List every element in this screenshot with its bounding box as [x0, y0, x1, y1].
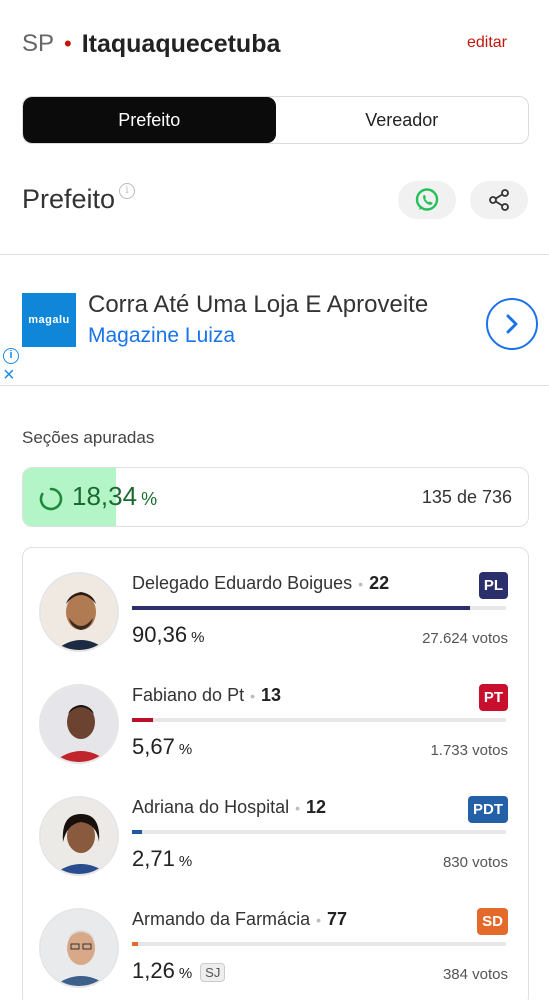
tab-prefeito[interactable]: Prefeito — [23, 97, 276, 143]
candidate-name: Adriana do Hospital • 12 — [132, 797, 327, 817]
avatar — [39, 684, 119, 764]
info-icon[interactable]: i — [119, 183, 135, 199]
ad-arrow-button[interactable] — [486, 298, 538, 350]
whatsapp-icon — [415, 188, 439, 211]
candidate-row[interactable]: Fabiano do Pt • 13 PT 5,67% 1.733 votos — [23, 660, 530, 772]
section-title: Prefeito — [22, 184, 116, 214]
vote-bar — [132, 830, 143, 834]
party-badge: PT — [478, 684, 508, 711]
candidate-percent: 2,71% — [132, 846, 193, 871]
candidate-votes: 27.624 votos — [422, 630, 508, 647]
candidate-percent: 90,36% — [132, 622, 205, 647]
candidate-percent: 5,67% — [132, 734, 193, 759]
party-badge: SD — [477, 908, 508, 935]
edit-link[interactable]: editar — [467, 34, 507, 52]
sections-progress: 18,34% 135 de 736 — [22, 467, 529, 527]
state-code: SP — [22, 30, 55, 57]
vote-bar-track — [132, 830, 506, 834]
ad-title[interactable]: Corra Até Uma Loja E Aproveite — [88, 291, 428, 319]
party-badge: PDT — [468, 796, 508, 823]
candidate-name: Armando da Farmácia • 77 — [132, 909, 348, 929]
candidate-votes: 384 votos — [442, 966, 508, 983]
avatar — [39, 908, 119, 988]
vote-bar-track — [132, 606, 506, 610]
vote-bar-track — [132, 942, 506, 946]
page-header: SP • Itaquaquecetuba editar — [22, 26, 532, 62]
candidate-name: Fabiano do Pt • 13 — [132, 685, 282, 705]
loading-spinner-icon — [39, 487, 63, 511]
share-icon — [489, 189, 509, 211]
ad-close-icon[interactable]: × — [3, 365, 15, 385]
separator-dot: • — [64, 31, 72, 56]
sections-percent: 18,34% — [72, 481, 158, 511]
tab-vereador[interactable]: Vereador — [276, 97, 529, 143]
candidate-row[interactable]: Delegado Eduardo Boigues • 22 PL 90,36% 27… — [23, 548, 530, 660]
party-badge: PL — [478, 572, 508, 599]
candidate-row[interactable]: Armando da Farmácia • 77 SD 1,26% SJ 384 vo… — [23, 884, 530, 996]
vote-bar-track — [132, 718, 506, 722]
vote-bar — [132, 718, 154, 722]
whatsapp-share-button[interactable] — [398, 181, 456, 219]
candidate-percent: 1,26% SJ — [132, 958, 226, 984]
share-button[interactable] — [470, 181, 528, 219]
coalition-tag: SJ — [200, 962, 226, 982]
vote-bar — [132, 942, 138, 946]
vote-bar — [132, 606, 470, 610]
ad-banner[interactable]: magalu Corra Até Uma Loja E Aproveite Ma… — [0, 254, 549, 386]
candidate-name: Delegado Eduardo Boigues • 22 — [132, 573, 390, 593]
city-name: Itaquaquecetuba — [81, 29, 281, 58]
ad-advertiser[interactable]: Magazine Luiza — [88, 324, 235, 348]
candidate-votes: 1.733 votos — [430, 742, 508, 759]
candidate-votes: 830 votos — [442, 854, 508, 871]
avatar — [39, 796, 119, 876]
sections-count: 135 de 736 — [421, 487, 512, 507]
chevron-right-icon — [506, 314, 518, 334]
avatar — [39, 572, 119, 652]
sections-counted-label: Seções apuradas — [22, 428, 155, 447]
candidate-row[interactable]: Adriana do Hospital • 12 PDT 2,71% 830 vot… — [23, 772, 530, 884]
magalu-logo: magalu — [22, 293, 76, 347]
candidates-card: Delegado Eduardo Boigues • 22 PL 90,36% 27… — [22, 547, 529, 1000]
office-tabs: Prefeito Vereador — [22, 96, 529, 144]
ad-info-icon[interactable]: i — [3, 348, 19, 364]
